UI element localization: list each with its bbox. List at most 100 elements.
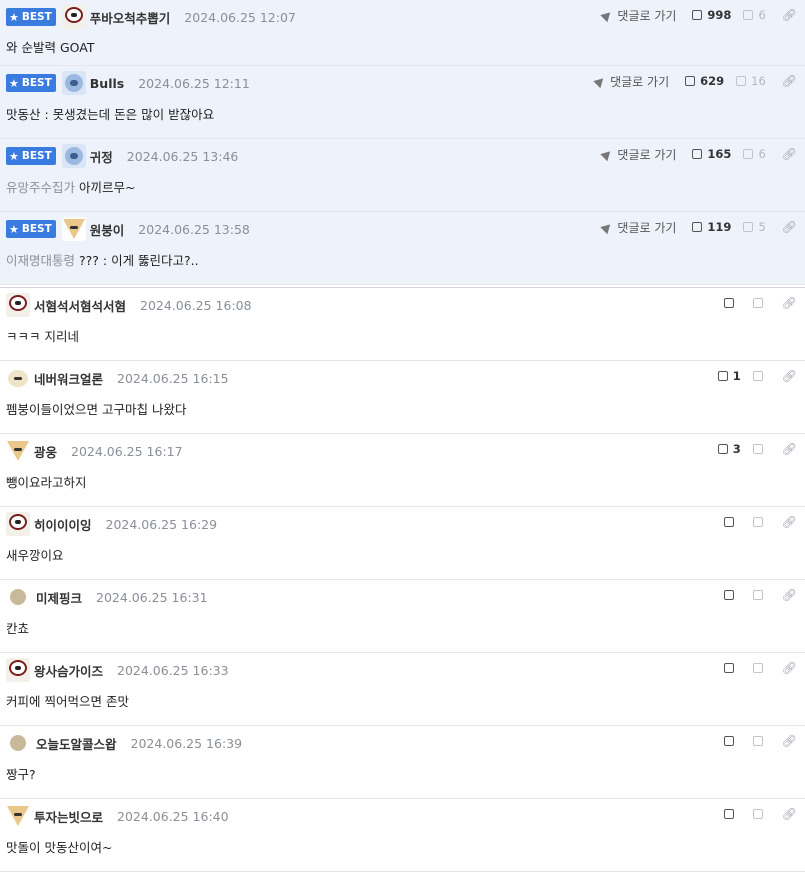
dislike-button[interactable] (752, 736, 768, 746)
dislike-button[interactable] (752, 517, 768, 527)
dislike-button[interactable] (752, 663, 768, 673)
comment-header: 광웅 2024.06.25 16:17 (6, 439, 183, 463)
goto-comment-link[interactable]: 댓글로 가기 (600, 146, 676, 163)
fox-avatar[interactable] (6, 439, 30, 463)
nickname[interactable]: 서혐석서혐석서혐 (34, 296, 126, 315)
nickname[interactable]: 오늘도알콜스왑 (36, 734, 117, 753)
comment: 미제핑크 2024.06.25 16:31 칸쵸 🔗︎ (0, 580, 805, 653)
best-badge: ★ BEST (6, 8, 56, 26)
like-button[interactable]: 3 (717, 442, 741, 456)
nickname[interactable]: Bulls (90, 76, 124, 91)
nickname[interactable]: 히이이이잉 (34, 515, 92, 534)
dot-avatar[interactable] (10, 735, 26, 751)
comment-date: 2024.06.25 13:58 (138, 221, 250, 237)
comment: 히이이이잉 2024.06.25 16:29 새우깡이요 🔗︎ (0, 507, 805, 580)
dislike-button[interactable]: 6 (743, 8, 766, 22)
fox-avatar[interactable] (61, 217, 86, 241)
mention-tag[interactable]: 이재명대통령 (6, 253, 75, 268)
dog-avatar[interactable] (6, 293, 30, 317)
dislike-button[interactable] (752, 298, 768, 308)
link-icon[interactable]: 🔗︎ (782, 369, 797, 383)
like-button[interactable]: 629 (685, 74, 724, 88)
comment-header: 서혐석서혐석서혐 2024.06.25 16:08 (6, 293, 252, 317)
link-icon[interactable]: 🔗︎ (782, 588, 797, 602)
puppy-avatar[interactable] (6, 366, 30, 390)
comment-body: ㅋㅋㅋ 지리네 (6, 326, 79, 345)
like-button[interactable]: 165 (692, 147, 731, 161)
dog-avatar[interactable] (6, 658, 30, 682)
dislike-button[interactable] (752, 371, 768, 381)
link-icon[interactable]: 🔗︎ (782, 147, 797, 161)
thumbs-down-icon (752, 809, 763, 819)
comment-actions: 댓글로 가기 998 6 🔗︎ (600, 6, 797, 24)
dislike-count: 6 (758, 8, 766, 22)
dislike-button[interactable]: 16 (736, 74, 766, 88)
comment-actions: 댓글로 가기 629 16 🔗︎ (593, 72, 797, 90)
like-button[interactable] (723, 298, 739, 308)
dislike-button[interactable] (752, 590, 768, 600)
goto-comment-link[interactable]: 댓글로 가기 (593, 73, 670, 90)
comment-text: 칸쵸 (6, 621, 30, 636)
nickname[interactable]: 투자는빗으로 (34, 807, 103, 826)
link-icon[interactable]: 🔗︎ (782, 8, 797, 22)
comment-body: 유망주수집가 아끼르무~ (6, 177, 136, 196)
like-button[interactable] (723, 736, 739, 746)
goto-label: 댓글로 가기 (610, 74, 670, 89)
blue-avatar[interactable] (61, 71, 86, 95)
mention-tag[interactable]: 유망주수집가 (6, 180, 75, 195)
nickname[interactable]: 푸바오척추뽑기 (90, 8, 171, 27)
dislike-button[interactable] (752, 809, 768, 819)
comment-date: 2024.06.25 16:40 (117, 808, 229, 824)
comment-text: 뺑이요라고하지 (6, 475, 87, 490)
comment-text: 맛동산 : 못생겼는데 돈은 많이 받잖아요 (6, 107, 215, 122)
like-count: 3 (732, 442, 741, 456)
dot-avatar[interactable] (10, 589, 26, 605)
link-icon[interactable]: 🔗︎ (782, 296, 797, 310)
link-icon[interactable]: 🔗︎ (782, 442, 797, 456)
dog-avatar[interactable] (6, 512, 30, 536)
like-button[interactable] (723, 663, 739, 673)
like-button[interactable]: 998 (692, 8, 731, 22)
thumbs-up-icon (723, 809, 734, 819)
send-arrow-icon (600, 220, 615, 234)
like-count: 998 (707, 8, 732, 22)
like-button[interactable] (723, 590, 739, 600)
best-badge: ★ BEST (6, 220, 56, 238)
best-comment: ★ BEST 푸바오척추뽑기 2024.06.25 12:07 와 순발력 GOAT 댓글… (0, 0, 805, 66)
comment-body: 뺑이요라고하지 (6, 472, 87, 491)
link-icon[interactable]: 🔗︎ (782, 515, 797, 529)
thumbs-down-icon (752, 590, 763, 600)
comment-body: 짱구? (6, 764, 36, 783)
send-arrow-icon (600, 147, 615, 161)
nickname[interactable]: 원붕이 (90, 220, 125, 239)
best-label: BEST (21, 11, 52, 23)
like-button[interactable] (723, 517, 739, 527)
fox-avatar[interactable] (6, 804, 30, 828)
link-icon[interactable]: 🔗︎ (782, 74, 797, 88)
dislike-button[interactable] (752, 444, 768, 454)
nickname[interactable]: 광웅 (34, 442, 57, 461)
link-icon[interactable]: 🔗︎ (782, 807, 797, 821)
nickname[interactable]: 미제핑크 (36, 588, 82, 607)
link-icon[interactable]: 🔗︎ (782, 734, 797, 748)
goto-comment-link[interactable]: 댓글로 가기 (600, 7, 676, 24)
thumbs-down-icon (743, 10, 754, 20)
dislike-count: 16 (751, 74, 766, 88)
like-button[interactable]: 1 (717, 369, 741, 383)
comment: 왕사슴가이즈 2024.06.25 16:33 커피에 찍어먹으면 존맛 🔗︎ (0, 653, 805, 726)
nickname[interactable]: 네버워크얼론 (34, 369, 103, 388)
nickname[interactable]: 귀정 (90, 147, 113, 166)
dislike-button[interactable]: 6 (743, 147, 766, 161)
blue-avatar[interactable] (61, 144, 86, 168)
comment-actions: 🔗︎ (723, 586, 797, 604)
link-icon[interactable]: 🔗︎ (782, 661, 797, 675)
link-icon[interactable]: 🔗︎ (782, 220, 797, 234)
like-button[interactable] (723, 809, 739, 819)
like-button[interactable]: 119 (692, 220, 731, 234)
nickname[interactable]: 왕사슴가이즈 (34, 661, 103, 680)
dog-avatar[interactable] (61, 5, 86, 29)
comment-actions: 1 🔗︎ (717, 367, 797, 385)
dislike-button[interactable]: 5 (743, 220, 766, 234)
goto-comment-link[interactable]: 댓글로 가기 (600, 219, 676, 236)
comment-body: 와 순발력 GOAT (6, 37, 94, 56)
